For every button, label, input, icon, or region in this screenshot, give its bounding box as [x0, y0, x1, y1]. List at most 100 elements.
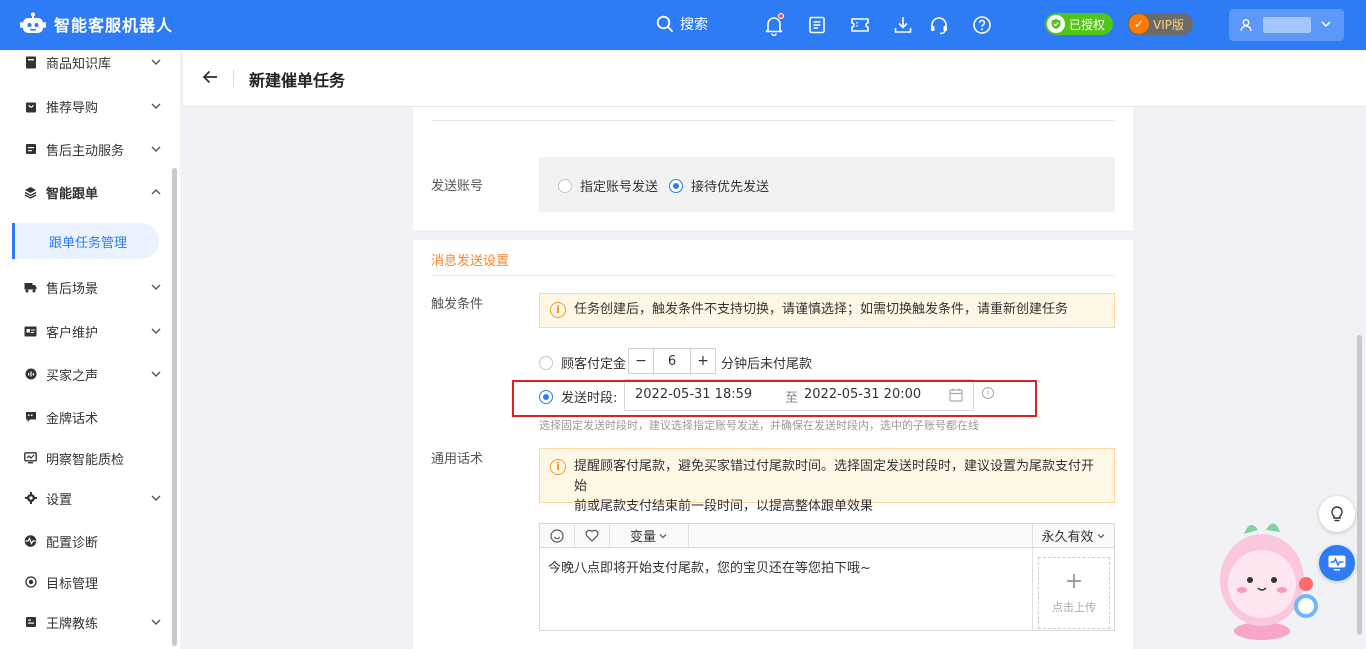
- notification-dot: [778, 13, 784, 19]
- gear-icon: [24, 492, 37, 505]
- section-title: 消息发送设置: [431, 254, 510, 269]
- ticket-icon[interactable]: [849, 14, 871, 36]
- divider: [431, 275, 1115, 276]
- truck-icon: [24, 281, 37, 294]
- search-icon: [656, 15, 673, 32]
- after-minutes-text: 分钟后未付尾款: [721, 357, 813, 372]
- plus-icon: +: [1064, 569, 1084, 594]
- chevron-down-icon: [151, 371, 161, 377]
- vip-check-icon: ✓: [1129, 14, 1149, 34]
- chevron-down-icon: [1321, 21, 1331, 28]
- chevron-down-icon: [151, 495, 161, 501]
- radio-circle: [539, 355, 553, 370]
- trigger-label: 触发条件: [431, 297, 484, 312]
- radio-reception-priority[interactable]: 接待优先发送: [669, 176, 769, 195]
- script-textarea[interactable]: 今晚八点即将开始支付尾款，您的宝贝还在等您拍下哦~: [548, 557, 871, 576]
- back-arrow-icon[interactable]: [201, 68, 219, 90]
- authorized-badge[interactable]: 已授权: [1045, 13, 1114, 35]
- increment-button[interactable]: +: [690, 348, 716, 374]
- monitor-pulse-icon[interactable]: [1319, 545, 1355, 581]
- book-icon: [24, 56, 37, 69]
- user-name-blurred: [1263, 17, 1311, 33]
- toolbar-separator: [688, 524, 689, 547]
- chevron-down-icon: [1097, 533, 1104, 538]
- user-menu[interactable]: [1229, 9, 1344, 41]
- script-alert: i 提醒顾客付尾款，避免买家错过付尾款时间。选择固定发送时段时，建议设置为尾款支…: [539, 448, 1115, 514]
- info-icon: i: [550, 302, 566, 318]
- headset-icon[interactable]: [928, 14, 950, 36]
- main-scrollbar[interactable]: [1357, 335, 1362, 635]
- page-header: 新建催单任务: [183, 50, 1366, 107]
- decrement-button[interactable]: −: [628, 348, 654, 374]
- download-icon[interactable]: [892, 14, 914, 36]
- chevron-down-icon: [151, 284, 161, 290]
- app-title: 智能客服机器人: [54, 16, 174, 35]
- user-icon: [1240, 19, 1252, 32]
- shield-check-icon: [1047, 15, 1065, 33]
- chevron-down-icon: [151, 146, 161, 152]
- sidebar-item-buyer-voice[interactable]: 买家之声: [0, 359, 170, 389]
- sidebar: 商品知识库 推荐导购 售后主动服务 智能跟单 跟单任务管理 售后场景 客户维护 …: [0, 50, 180, 649]
- validity-dropdown[interactable]: 永久有效: [1033, 524, 1114, 547]
- vip-badge[interactable]: ✓ VIP版: [1127, 13, 1193, 35]
- top-bar: 智能客服机器人 搜索 已授权 ✓ VIP版: [0, 0, 1366, 50]
- robot-logo-icon: [20, 11, 46, 37]
- minutes-value[interactable]: 6: [654, 348, 690, 374]
- radio-circle-selected: [669, 178, 683, 193]
- mascot-image[interactable]: [1214, 514, 1324, 644]
- sidebar-item-guide[interactable]: 推荐导购: [0, 91, 170, 121]
- radio-circle: [558, 178, 572, 193]
- lightbulb-icon[interactable]: [1319, 496, 1355, 532]
- sidebar-item-after-sale-scenes[interactable]: 售后场景: [0, 272, 170, 302]
- sidebar-item-follow-task-management[interactable]: 跟单任务管理: [12, 223, 159, 259]
- sidebar-item-customer-care[interactable]: 客户维护: [0, 316, 170, 346]
- sidebar-item-settings[interactable]: 设置: [0, 483, 170, 513]
- variable-dropdown[interactable]: 变量: [610, 524, 688, 547]
- emoji-icon[interactable]: [540, 524, 574, 547]
- chevron-up-icon: [151, 189, 161, 195]
- sidebar-item-gold-scripts[interactable]: 金牌话术: [0, 402, 170, 432]
- script-label: 通用话术: [431, 452, 484, 467]
- message-settings-card: 消息发送设置 触发条件 i 任务创建后，触发条件不支持切换，请谨慎选择；如需切换…: [413, 240, 1133, 649]
- heart-icon[interactable]: [575, 524, 609, 547]
- radio-deposit[interactable]: 顾客付定金: [539, 353, 626, 372]
- minutes-stepper[interactable]: − 6 +: [628, 348, 716, 374]
- radio-designated-account[interactable]: 指定账号发送: [558, 176, 658, 195]
- editor-toolbar: 变量 永久有效: [540, 524, 1114, 548]
- sidebar-item-after-sale-active[interactable]: 售后主动服务: [0, 134, 170, 164]
- chevron-down-icon: [151, 103, 161, 109]
- help-icon[interactable]: [971, 14, 993, 36]
- voice-icon: [24, 368, 37, 381]
- coach-icon: [24, 616, 37, 629]
- page-title: 新建催单任务: [249, 71, 346, 90]
- layers-icon: [24, 186, 37, 199]
- editor-divider: [1032, 548, 1033, 631]
- sidebar-scrollbar[interactable]: [172, 168, 177, 646]
- send-account-label: 发送账号: [431, 179, 484, 194]
- sidebar-item-quality-check[interactable]: 明察智能质检: [0, 443, 170, 473]
- bell-icon[interactable]: [763, 13, 785, 37]
- monitor-icon: [24, 452, 37, 465]
- search-button[interactable]: 搜索: [656, 14, 708, 34]
- chevron-down-icon: [659, 533, 667, 538]
- sidebar-item-config-diagnosis[interactable]: 配置诊断: [0, 526, 170, 556]
- bag-icon: [24, 100, 37, 113]
- service-icon: [24, 143, 37, 156]
- vip-label: VIP版: [1153, 17, 1184, 32]
- list-icon[interactable]: [806, 14, 828, 36]
- upload-button[interactable]: + 点击上传: [1038, 557, 1110, 629]
- search-label: 搜索: [680, 17, 708, 33]
- sidebar-item-smart-follow[interactable]: 智能跟单: [0, 177, 170, 207]
- trigger-alert: i 任务创建后，触发条件不支持切换，请谨慎选择；如需切换触发条件，请重新创建任务: [539, 293, 1115, 328]
- sidebar-item-ace-coach[interactable]: 王牌教练: [0, 607, 170, 637]
- send-account-card: 发送账号 指定账号发送 接待优先发送: [413, 107, 1133, 230]
- chevron-down-icon: [151, 59, 161, 65]
- chevron-down-icon: [151, 328, 161, 334]
- sidebar-item-goal-management[interactable]: 目标管理: [0, 567, 170, 597]
- send-account-panel: 指定账号发送 接待优先发送: [539, 157, 1115, 212]
- info-icon: i: [550, 459, 566, 475]
- sidebar-item-product-kb[interactable]: 商品知识库: [0, 47, 170, 77]
- script-editor: 变量 永久有效 今晚八点即将开始支付尾款，您的宝贝还在等您拍下哦~ + 点击上传: [539, 523, 1115, 631]
- header-divider: [233, 69, 234, 87]
- brand: 智能客服机器人: [20, 11, 173, 37]
